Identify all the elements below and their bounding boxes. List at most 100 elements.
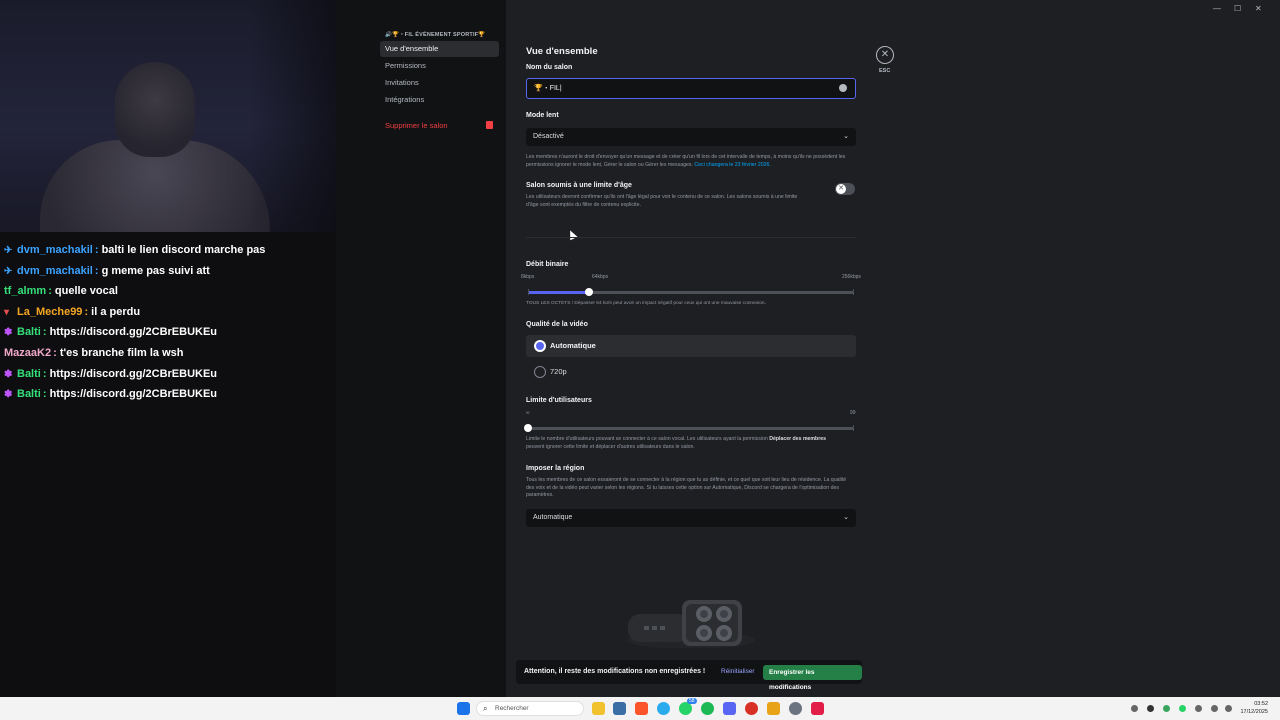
app-bolt-icon[interactable] xyxy=(811,702,824,715)
volume-icon[interactable] xyxy=(1211,705,1218,712)
unsaved-changes-message: Attention, il reste des modifications no… xyxy=(524,668,706,675)
radio-selected-icon xyxy=(534,340,546,352)
toggle-off-icon: ✕ xyxy=(836,184,846,194)
tray-whatsapp-icon[interactable] xyxy=(1179,705,1186,712)
maximize-icon[interactable]: ☐ xyxy=(1234,4,1241,13)
clear-input-icon[interactable] xyxy=(839,84,847,92)
taskbar-clock[interactable]: 03:52 17/12/2025 xyxy=(1240,700,1268,716)
search-icon: ⌕ xyxy=(483,704,488,713)
chat-badge-icon: ✽ xyxy=(4,389,13,401)
wifi-icon[interactable] xyxy=(1195,705,1202,712)
chat-message-text: quelle vocal xyxy=(54,285,118,298)
user-limit-slider-track[interactable] xyxy=(528,427,854,430)
region-value: Automatique xyxy=(533,514,573,521)
webcam-person-head xyxy=(115,62,195,157)
spotify-icon[interactable] xyxy=(701,702,714,715)
region-label: Imposer la région xyxy=(526,465,585,472)
chevron-down-icon: ⌄ xyxy=(843,514,849,521)
settings-gear-icon[interactable] xyxy=(789,702,802,715)
chat-badge-icon: ✽ xyxy=(4,368,13,380)
esc-label: ESC xyxy=(879,68,891,74)
chevron-down-icon: ⌄ xyxy=(843,133,849,140)
radio-empty-icon xyxy=(534,366,546,378)
chat-username[interactable]: Balti xyxy=(17,368,41,380)
battery-icon[interactable] xyxy=(1225,705,1232,712)
chat-message-text: https://discord.gg/2CBrEBUKEu xyxy=(49,326,218,339)
chat-message: ✽ Balti: https://discord.gg/2CBrEBUKEu xyxy=(4,384,334,405)
age-restriction-toggle[interactable]: ✕ xyxy=(835,183,855,195)
brave-browser-icon[interactable] xyxy=(635,702,648,715)
chat-badge-icon: ▾ xyxy=(4,306,10,318)
bitrate-slider-fill xyxy=(528,291,589,294)
sidebar-item-invitations[interactable]: Invitations xyxy=(380,75,499,91)
chat-badge-icon: ✽ xyxy=(4,327,13,339)
sidebar-item-permissions[interactable]: Permissions xyxy=(380,58,499,74)
tray-chevron-icon[interactable] xyxy=(1131,705,1138,712)
video-quality-option-auto[interactable]: Automatique xyxy=(526,335,856,357)
channel-name-input[interactable]: 🏆・FIL| xyxy=(526,78,856,99)
bitrate-mid-label: 64kbps xyxy=(592,274,609,280)
bitrate-help: TOUS LES OCTETS ! Dépasser 64 ko/s peut … xyxy=(526,301,766,306)
slow-mode-label: Mode lent xyxy=(526,112,559,119)
age-restriction-help: Les utilisateurs devront confirmer qu'il… xyxy=(526,194,798,208)
telegram-icon[interactable] xyxy=(657,702,670,715)
chat-username[interactable]: MazaaK2 xyxy=(4,347,51,359)
chat-badge-icon: ✈ xyxy=(4,265,13,277)
clock-time: 03:52 xyxy=(1254,701,1268,707)
chat-message-text: il a perdu xyxy=(91,305,141,318)
discord-icon[interactable] xyxy=(723,702,736,715)
chat-message-text: https://discord.gg/2CBrEBUKEu xyxy=(49,388,218,401)
close-icon[interactable]: ✕ xyxy=(876,46,894,64)
chat-username[interactable]: tf_almm xyxy=(4,285,46,297)
divider xyxy=(526,237,856,238)
minimize-icon[interactable]: — xyxy=(1213,4,1221,13)
sidebar-channel-header: 🔊🏆・FIL ÉVÉNEMENT SPORTIF🏆 xyxy=(385,32,486,38)
user-limit-slider-handle[interactable] xyxy=(524,424,532,432)
chat-message-text: https://discord.gg/2CBrEBUKEu xyxy=(49,367,218,380)
user-limit-min-label: ∞ xyxy=(526,410,530,416)
region-select[interactable]: Automatique ⌄ xyxy=(526,509,856,527)
save-changes-button[interactable]: Enregistrer les modifications xyxy=(763,665,862,691)
chat-message: ✽ Balti: https://discord.gg/2CBrEBUKEu xyxy=(4,364,334,385)
slow-mode-select[interactable]: Désactivé ⌄ xyxy=(526,128,856,146)
chat-message: ✽ Balti: https://discord.gg/2CBrEBUKEu xyxy=(4,322,334,343)
trash-icon xyxy=(486,121,493,129)
slow-mode-help: Les membres n'auront le droit d'envoyer … xyxy=(526,154,846,168)
bitrate-label: Débit binaire xyxy=(526,261,569,268)
clock-date: 17/12/2025 xyxy=(1240,709,1268,715)
windows-start-icon[interactable] xyxy=(457,702,470,715)
tray-app-icon[interactable] xyxy=(1163,705,1170,712)
video-quality-option-720p[interactable]: 720p xyxy=(526,361,856,383)
slow-mode-change-link[interactable]: Ceci changera le 23 février 2026. xyxy=(694,162,770,168)
slow-mode-value: Désactivé xyxy=(533,133,564,140)
chat-message: ▾ La_Meche99: il a perdu xyxy=(4,302,334,323)
taskbar-search[interactable]: ⌕ Rechercher xyxy=(476,701,584,716)
age-restriction-label: Salon soumis à une limite d'âge xyxy=(526,182,632,189)
app-icon[interactable] xyxy=(767,702,780,715)
notification-badge: 58 xyxy=(687,698,697,704)
bitrate-slider-handle[interactable] xyxy=(585,288,593,296)
channel-name-value: 🏆・FIL xyxy=(534,85,560,92)
chat-username[interactable]: Balti xyxy=(17,326,41,338)
app-record-icon[interactable] xyxy=(745,702,758,715)
unsaved-changes-bar: Attention, il reste des modifications no… xyxy=(516,660,862,691)
user-limit-max-label: 99 xyxy=(850,410,856,416)
taskbar: ⌕ Rechercher 58 03:52 17/12/2025 xyxy=(0,697,1280,720)
chat-username[interactable]: dvm_machakil xyxy=(17,244,93,256)
sidebar-item-integrations[interactable]: Intégrations xyxy=(380,92,499,108)
reset-button[interactable]: Réinitialiser xyxy=(721,660,755,684)
close-window-icon[interactable]: ✕ xyxy=(1255,4,1262,13)
chat-message: ✈ dvm_machakil: g meme pas suivi att xyxy=(4,261,334,282)
delete-channel-button[interactable]: Supprimer le salon xyxy=(380,118,499,134)
chat-message-text: g meme pas suivi att xyxy=(101,264,210,277)
app-icon[interactable] xyxy=(613,702,626,715)
channel-name-label: Nom du salon xyxy=(526,64,573,71)
webcam-feed xyxy=(0,0,336,232)
chat-username[interactable]: La_Meche99 xyxy=(17,306,82,318)
sidebar-item-overview[interactable]: Vue d'ensemble xyxy=(380,41,499,57)
file-explorer-icon[interactable] xyxy=(592,702,605,715)
chat-username[interactable]: dvm_machakil xyxy=(17,265,93,277)
chat-username[interactable]: Balti xyxy=(17,388,41,400)
chat-message-text: balti le lien discord marche pas xyxy=(101,244,266,256)
steam-icon[interactable] xyxy=(1147,705,1154,712)
